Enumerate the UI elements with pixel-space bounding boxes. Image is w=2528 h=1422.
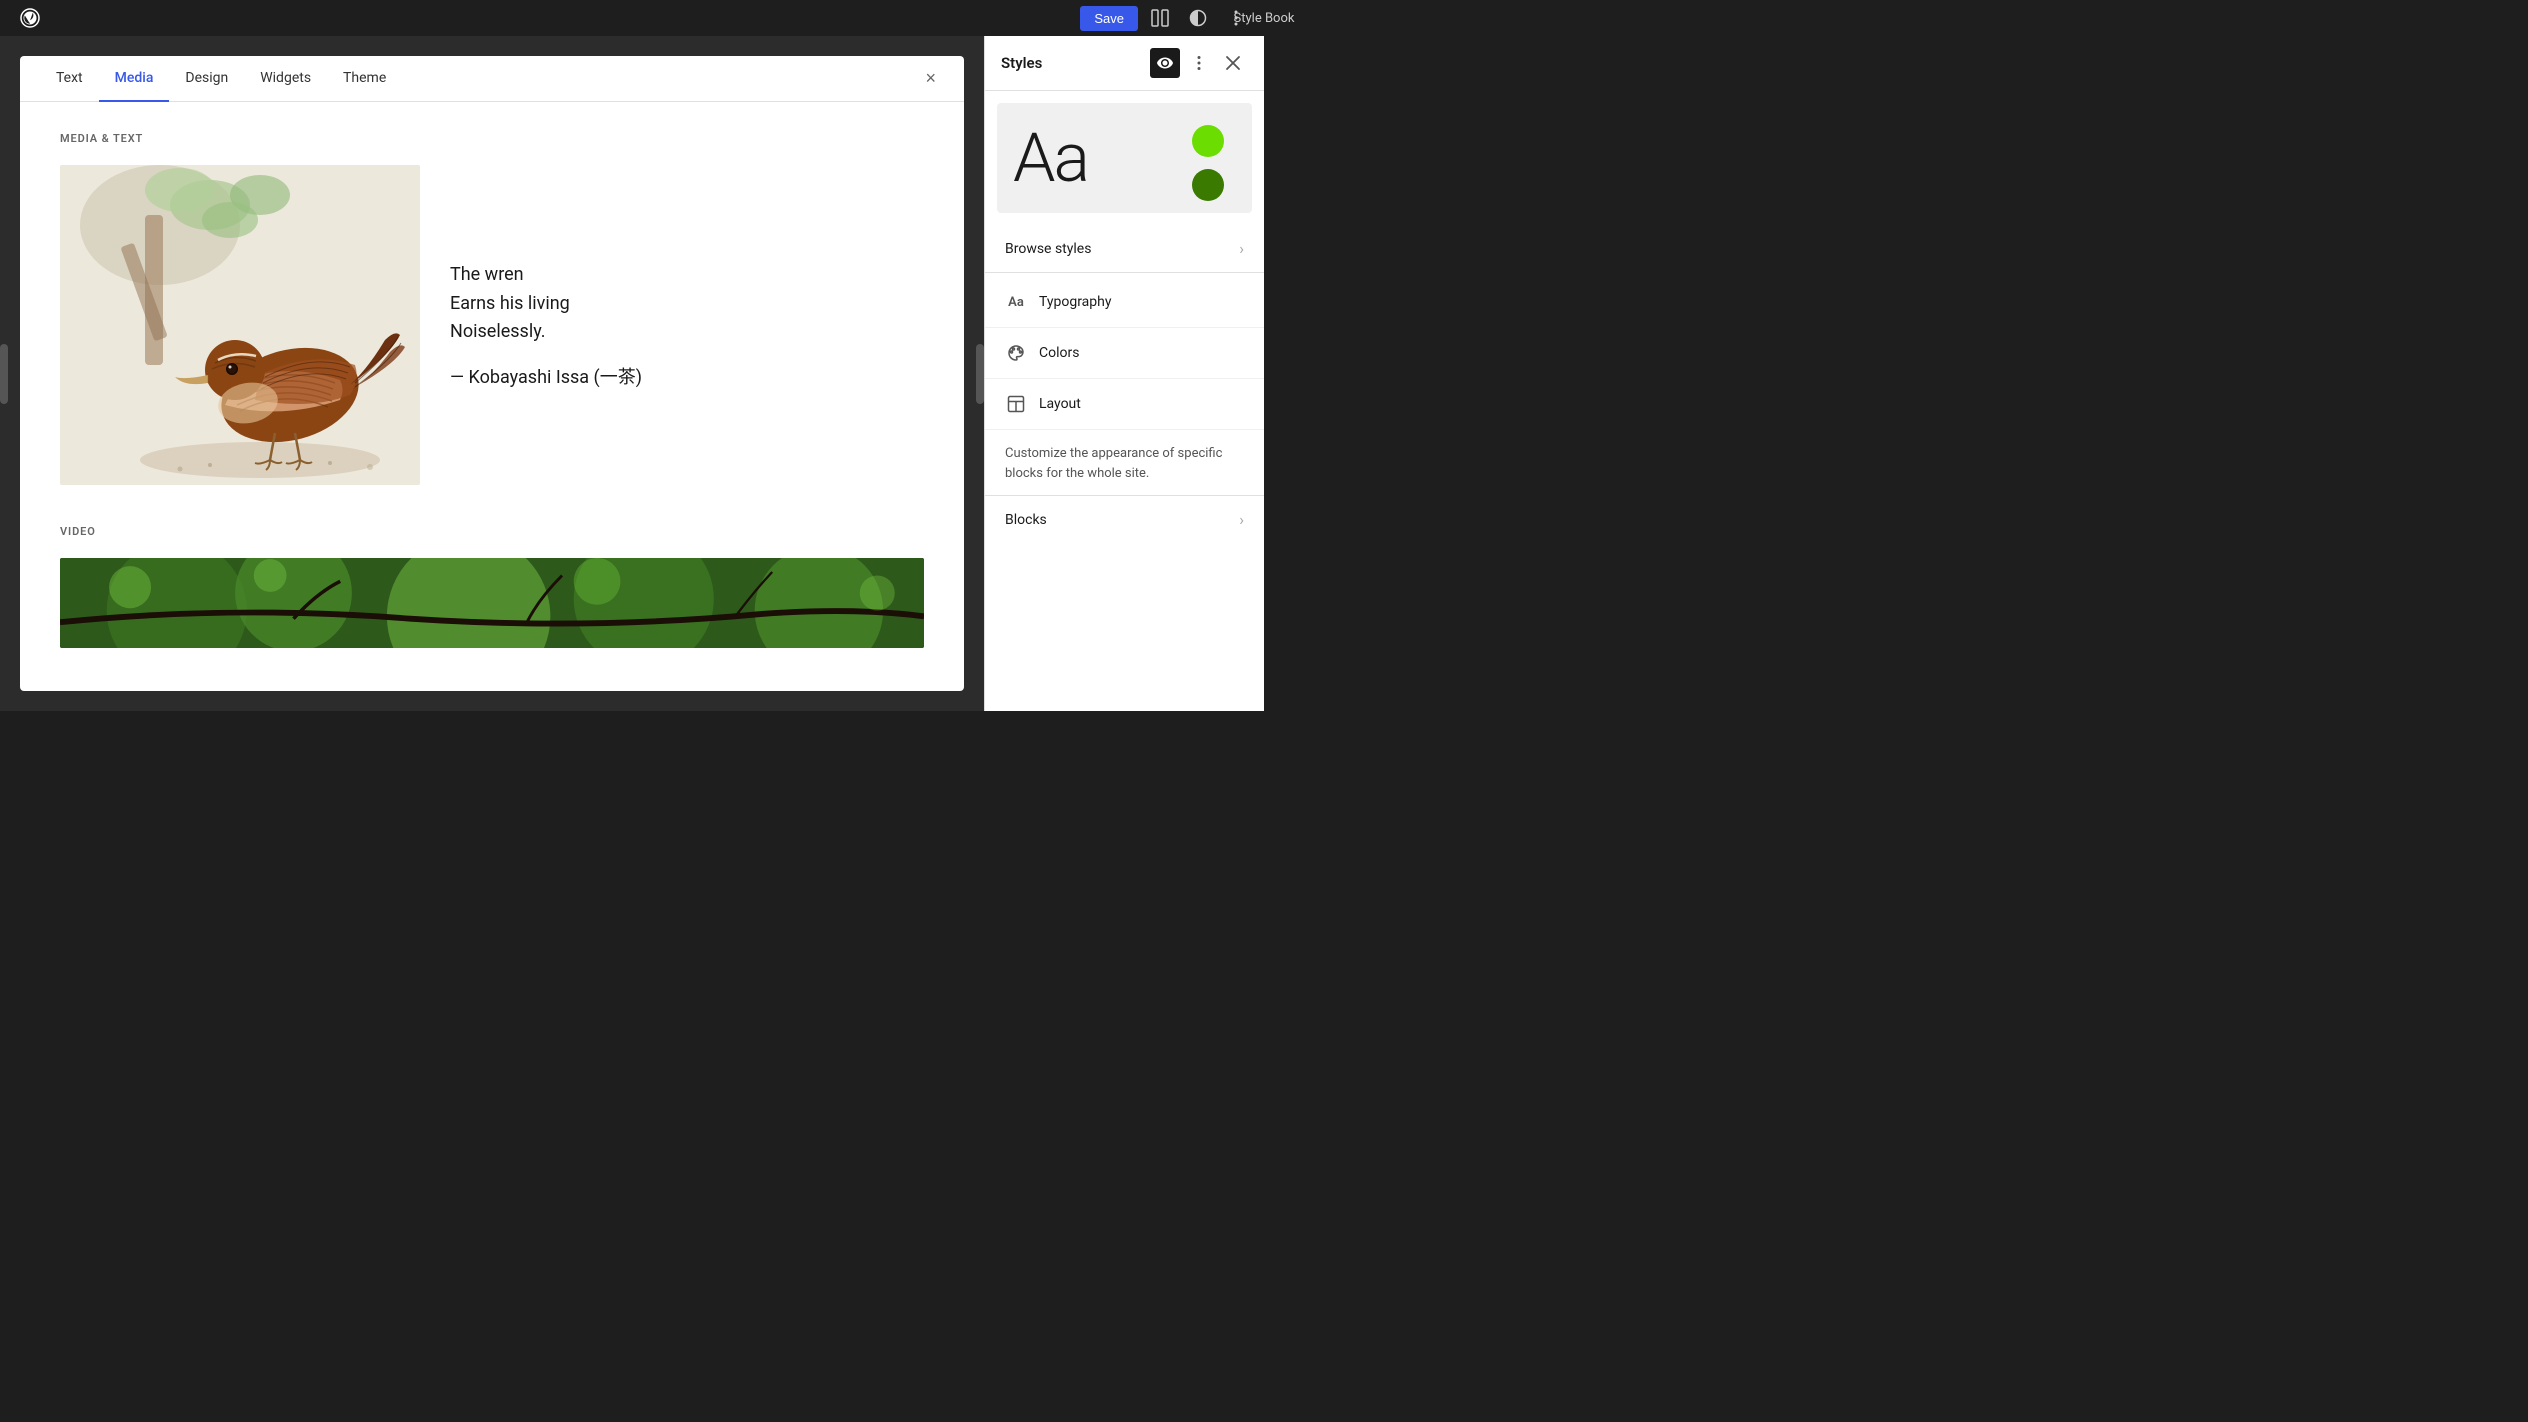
sidebar-nav-layout-left: Layout [1005,393,1081,415]
close-sidebar-button[interactable] [1218,48,1248,78]
bird-image [60,165,420,485]
sidebar: Styles [984,36,1264,711]
page-title: Style Book [1234,11,1295,26]
tab-media[interactable]: Media [99,56,170,102]
video-label: VIDEO [60,525,924,538]
browse-styles-chevron-icon: › [1239,239,1244,258]
top-bar-left [12,0,48,36]
sidebar-header: Styles [985,36,1264,91]
contrast-toggle-button[interactable] [1182,2,1214,34]
more-options-sidebar-button[interactable] [1184,48,1214,78]
media-text-label: MEDIA & TEXT [60,132,924,145]
layout-icon [1005,393,1027,415]
typography-label: Typography [1039,294,1111,310]
customize-description: Customize the appearance of specific blo… [985,430,1264,491]
poem-line-1: The wren [450,261,924,290]
scroll-handle-left[interactable] [0,344,8,404]
sidebar-nav-colors-left: Colors [1005,342,1079,364]
preview-color-dark [1192,169,1224,201]
preview-typography: Aa [1013,124,1088,192]
sidebar-title: Styles [1001,54,1042,72]
poem-text: The wren Earns his living Noiselessly. —… [450,261,924,389]
browse-styles-row[interactable]: Browse styles › [985,225,1264,273]
media-text-section: MEDIA & TEXT [60,132,924,485]
style-book-card: Text Media Design Widgets Theme × MEDIA … [20,56,964,691]
colors-icon [1005,342,1027,364]
tabs-bar: Text Media Design Widgets Theme × [20,56,964,102]
sidebar-nav-typography[interactable]: Aa Typography [985,277,1264,328]
eye-icon-button[interactable] [1150,48,1180,78]
content-pane: Text Media Design Widgets Theme × MEDIA … [0,36,984,711]
layout-label: Layout [1039,396,1081,412]
sidebar-header-icons [1150,48,1248,78]
scroll-handle-right[interactable] [976,344,984,404]
sidebar-nav-typography-left: Aa Typography [1005,291,1111,313]
layout-toggle-button[interactable] [1144,2,1176,34]
media-text-block: The wren Earns his living Noiselessly. —… [60,165,924,485]
blocks-label: Blocks [1005,512,1047,528]
sidebar-nav-colors[interactable]: Colors [985,328,1264,379]
card-content: MEDIA & TEXT [20,102,964,691]
top-bar: Style Book Save [0,0,1264,36]
colors-label: Colors [1039,345,1079,361]
close-tab-button[interactable]: × [917,64,944,93]
wp-logo-icon [12,0,48,36]
style-preview: Aa [997,103,1252,213]
tab-text[interactable]: Text [40,56,99,102]
tab-theme[interactable]: Theme [327,56,402,102]
sidebar-nav-layout[interactable]: Layout [985,379,1264,430]
typography-icon: Aa [1005,291,1027,313]
save-button[interactable]: Save [1080,6,1138,31]
browse-styles-label: Browse styles [1005,241,1091,257]
poem-line-2: Earns his living [450,290,924,319]
tab-widgets[interactable]: Widgets [244,56,327,102]
main-area: Text Media Design Widgets Theme × MEDIA … [0,36,1264,711]
blocks-chevron-icon: › [1239,510,1244,529]
blocks-row[interactable]: Blocks › [985,495,1264,543]
poem-attribution: — Kobayashi Issa (一茶) [450,363,924,389]
top-bar-actions: Save [1080,2,1252,34]
poem-line-3: Noiselessly. [450,318,924,347]
video-section: VIDEO [60,525,924,648]
video-thumbnail [60,558,924,648]
preview-color-light [1192,125,1224,157]
tab-design[interactable]: Design [169,56,244,102]
